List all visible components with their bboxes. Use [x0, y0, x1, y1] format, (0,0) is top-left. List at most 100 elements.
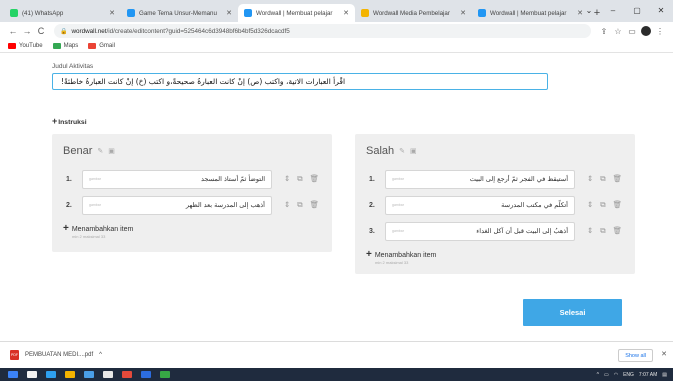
add-item-button[interactable]: + Menambahkan item min 2 maksimal 33 [366, 249, 436, 265]
taskbar-app-icon[interactable] [160, 371, 170, 378]
delete-icon[interactable]: 🗑 [310, 174, 320, 184]
show-all-button[interactable]: Show all [618, 349, 653, 362]
duplicate-icon[interactable]: ⧉ [297, 200, 302, 210]
duplicate-icon[interactable]: ⧉ [600, 174, 605, 184]
tab-close-icon[interactable]: ✕ [109, 9, 115, 17]
bookmark-icon [8, 43, 16, 49]
tray-chevron-icon[interactable]: ^ [597, 372, 599, 378]
item-number: 1. [66, 175, 72, 183]
address-bar[interactable]: 🔒 wordwall.net/id/create/editcontent?gui… [54, 24, 591, 38]
close-icon[interactable]: ✕ [661, 350, 667, 358]
notifications-icon[interactable]: ▤ [662, 372, 667, 378]
add-instruction-link[interactable]: +Instruksi [52, 116, 87, 126]
item-text-input[interactable]: gambar أذهب إلى المدرسة بعد الظهر [82, 195, 272, 215]
image-icon[interactable]: ▣ [108, 147, 115, 155]
forward-button[interactable]: → [20, 26, 34, 36]
maximize-button[interactable]: ▢ [625, 6, 649, 15]
item-text-input[interactable]: gambar أتكلّم في مكتب المدرسة [385, 195, 575, 215]
edit-pencil-icon[interactable]: ✎ [399, 147, 405, 155]
address-host: wordwall.net [71, 27, 107, 35]
item-text: التوضأ ثمّ أستاذ المسجد [201, 175, 265, 183]
browser-tab[interactable]: (41) WhatsApp ✕ [4, 4, 121, 22]
group-header: Benar ✎ ▣ [63, 145, 115, 157]
taskbar-app-icon[interactable] [84, 371, 94, 378]
reorder-icon[interactable]: ⇕ [284, 174, 290, 184]
bookmark-item[interactable]: Maps [52, 43, 79, 49]
delete-icon[interactable]: 🗑 [613, 174, 623, 184]
bookmark-item[interactable]: Gmail [88, 43, 115, 49]
delete-icon[interactable]: 🗑 [613, 200, 623, 210]
close-window-button[interactable]: ✕ [649, 6, 673, 15]
start-icon[interactable] [8, 371, 18, 378]
taskbar-app-icon[interactable] [65, 371, 75, 378]
delete-icon[interactable]: 🗑 [310, 200, 320, 210]
reorder-icon[interactable]: ⇕ [284, 200, 290, 210]
tab-favicon-icon [244, 9, 252, 17]
done-button[interactable]: Selesai [523, 299, 622, 326]
group-title[interactable]: Benar [63, 145, 92, 157]
taskbar-app-icon[interactable] [122, 371, 132, 378]
download-filename[interactable]: PEMBUATAN MEDI....pdf [25, 352, 93, 358]
reorder-icon[interactable]: ⇕ [587, 226, 593, 236]
edit-pencil-icon[interactable]: ✎ [97, 147, 103, 155]
group-panel-salah: Salah ✎ ▣ 1. gambar أستيقظ في الفجر ثمّ أرجع … [355, 134, 635, 274]
browser-tab[interactable]: Wordwall Media Pembelajar ✕ [355, 4, 472, 22]
item-number: 1. [369, 175, 375, 183]
delete-icon[interactable]: 🗑 [613, 226, 623, 236]
browser-tab[interactable]: Game Tema Unsur-Memanu ✕ [121, 4, 238, 22]
tab-favicon-icon [10, 9, 18, 17]
battery-icon: ▭ [603, 371, 609, 378]
share-icon[interactable]: ⇪ [597, 27, 611, 36]
item-text-input[interactable]: gambar أستيقظ في الفجر ثمّ أرجع إلى البيت [385, 169, 575, 189]
add-item-button[interactable]: + Menambahkan item min 2 maksimal 33 [63, 223, 133, 239]
browser-tab[interactable]: Wordwall | Membuat pelajar ✕ [472, 4, 589, 22]
item-actions: ⇕ ⧉ 🗑 [284, 200, 319, 210]
taskbar-app-icon[interactable] [46, 371, 56, 378]
address-path: /id/create/editcontent?guid=525464c6d394… [106, 27, 290, 35]
tab-favicon-icon [361, 9, 369, 17]
image-placeholder-icon[interactable]: gambar [392, 177, 404, 181]
minimize-button[interactable]: – [601, 6, 625, 15]
side-panel-icon[interactable]: ▭ [625, 27, 639, 36]
image-placeholder-icon[interactable]: gambar [89, 203, 101, 207]
tab-close-icon[interactable]: ✕ [226, 9, 232, 17]
tab-title: Wordwall Media Pembelajar [373, 9, 450, 17]
taskbar-app-icon[interactable] [103, 371, 113, 378]
group-title[interactable]: Salah [366, 145, 394, 157]
browser-toolbar: ← → C 🔒 wordwall.net/id/create/editconte… [0, 22, 673, 40]
image-placeholder-icon[interactable]: gambar [392, 229, 404, 233]
clock[interactable]: 7:07 AM [639, 372, 657, 378]
item-text: أتكلّم في مكتب المدرسة [501, 201, 568, 209]
tab-close-icon[interactable]: ✕ [343, 9, 349, 17]
bookmark-label: Maps [63, 43, 79, 49]
profile-avatar[interactable] [641, 26, 651, 36]
image-icon[interactable]: ▣ [410, 147, 417, 155]
language-indicator[interactable]: ENG [623, 372, 634, 378]
tab-search-icon[interactable]: ⌄ [577, 6, 601, 15]
reorder-icon[interactable]: ⇕ [587, 200, 593, 210]
duplicate-icon[interactable]: ⧉ [600, 200, 605, 210]
tab-close-icon[interactable]: ✕ [460, 9, 466, 17]
bookmark-label: Gmail [99, 43, 115, 49]
bookmark-star-icon[interactable]: ☆ [611, 27, 625, 36]
back-button[interactable]: ← [6, 26, 20, 36]
activity-title-input[interactable]: اقْرأ العبارات الاتية، واكتب (ص) إنْ كان… [52, 73, 548, 90]
reload-button[interactable]: C [34, 26, 48, 36]
bookmark-label: YouTube [19, 43, 43, 49]
reorder-icon[interactable]: ⇕ [587, 174, 593, 184]
duplicate-icon[interactable]: ⧉ [297, 174, 302, 184]
wordwall-editor: Judul Aktivitas اقْرأ العبارات الاتية، و… [0, 53, 673, 341]
item-text-input[interactable]: gambar التوضأ ثمّ أستاذ المسجد [82, 169, 272, 189]
item-text-input[interactable]: gambar أذهبُ إلى البيت قبل أن آكل الغداء [385, 221, 575, 241]
duplicate-icon[interactable]: ⧉ [600, 226, 605, 236]
taskbar-app-icon[interactable] [141, 371, 151, 378]
image-placeholder-icon[interactable]: gambar [392, 203, 404, 207]
item-text: أذهبُ إلى البيت قبل أن آكل الغداء [476, 227, 568, 235]
browser-tab[interactable]: Wordwall | Membuat pelajar ✕ [238, 4, 355, 22]
instruction-label: Instruksi [58, 119, 87, 126]
bookmark-item[interactable]: YouTube [8, 43, 43, 49]
menu-icon[interactable]: ⋮ [653, 27, 667, 36]
taskbar-app-icon[interactable] [27, 371, 37, 378]
image-placeholder-icon[interactable]: gambar [89, 177, 101, 181]
chevron-up-icon[interactable]: ^ [99, 352, 102, 358]
